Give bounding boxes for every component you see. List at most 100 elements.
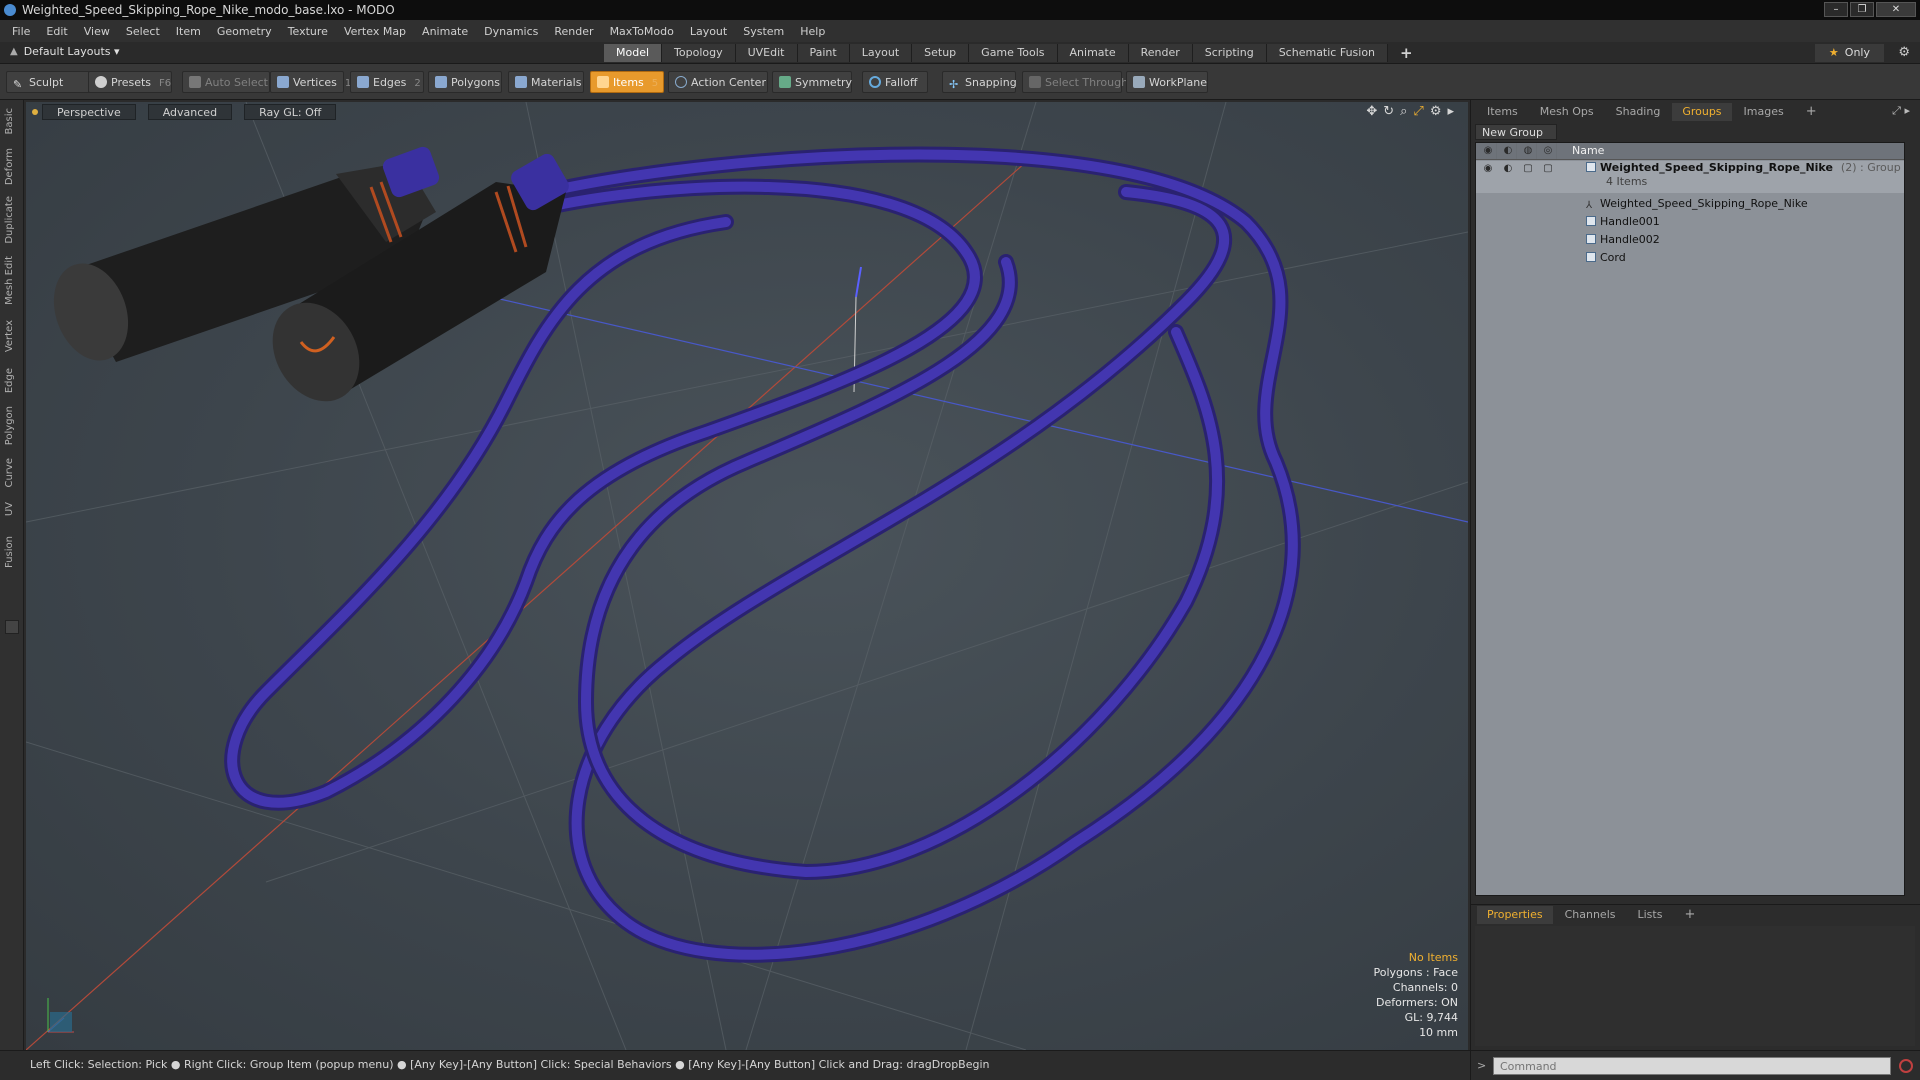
- panel-expand-icon[interactable]: ⤢ ▸: [1892, 104, 1910, 118]
- tab-render[interactable]: Render: [1128, 44, 1193, 62]
- presets-button[interactable]: Presets F6: [88, 71, 172, 93]
- only-button[interactable]: ★ Only: [1814, 44, 1884, 62]
- tab-curve[interactable]: Curve: [4, 458, 15, 488]
- fit-view-icon[interactable]: ⤢: [1413, 104, 1423, 119]
- viewport-expand-arrow-icon[interactable]: ▸: [1447, 104, 1454, 119]
- maximize-button[interactable]: ❐: [1850, 2, 1874, 17]
- select-icon[interactable]: ◎: [1542, 145, 1554, 157]
- vertices-button[interactable]: Vertices 1: [270, 71, 351, 93]
- tab-fusion[interactable]: Fusion: [4, 536, 15, 568]
- tab-schematic-fusion[interactable]: Schematic Fusion: [1266, 44, 1389, 62]
- lock-icon[interactable]: ◍: [1522, 145, 1534, 157]
- list-item[interactable]: ⅄ Weighted_Speed_Skipping_Rope_Nike: [1476, 195, 1904, 213]
- falloff-button[interactable]: Falloff: [862, 71, 928, 93]
- items-button[interactable]: Items 5: [590, 71, 664, 93]
- menu-dynamics[interactable]: Dynamics: [484, 25, 550, 38]
- menu-system[interactable]: System: [743, 25, 796, 38]
- tab-scripting[interactable]: Scripting: [1192, 44, 1267, 62]
- tab-mesh-ops[interactable]: Mesh Ops: [1530, 103, 1604, 121]
- new-group-button[interactable]: New Group: [1475, 124, 1557, 140]
- group-lock-icon[interactable]: ▢: [1522, 163, 1534, 175]
- tab-deform[interactable]: Deform: [4, 148, 15, 185]
- polygons-button[interactable]: Polygons: [428, 71, 502, 93]
- auto-select-button[interactable]: Auto Select: [182, 71, 270, 93]
- group-visibility-eye-icon[interactable]: ◉: [1482, 163, 1494, 175]
- command-input[interactable]: [1493, 1057, 1891, 1075]
- move-view-icon[interactable]: ✥: [1366, 104, 1377, 119]
- perspective-dropdown[interactable]: Perspective: [42, 104, 136, 120]
- edges-button[interactable]: Edges 2: [350, 71, 424, 93]
- add-props-tab-button[interactable]: +: [1674, 906, 1705, 924]
- tab-lists[interactable]: Lists: [1628, 906, 1673, 924]
- stop-icon[interactable]: [1899, 1059, 1913, 1073]
- tab-game-tools[interactable]: Game Tools: [969, 44, 1058, 62]
- collapse-arrow-icon[interactable]: ▲: [10, 46, 18, 57]
- group-select-icon[interactable]: ▢: [1542, 163, 1554, 175]
- gear-icon[interactable]: ⚙: [1898, 45, 1910, 60]
- menu-render[interactable]: Render: [554, 25, 605, 38]
- tab-paint[interactable]: Paint: [797, 44, 850, 62]
- tab-items[interactable]: Items: [1477, 103, 1528, 121]
- viewport-nav-icons: ✥ ↻ ⌕ ⤢ ⚙ ▸: [1366, 104, 1454, 119]
- menu-maxtomodo[interactable]: MaxToModo: [610, 25, 686, 38]
- tab-uv[interactable]: UV: [4, 502, 15, 516]
- panel-toggle-button[interactable]: [5, 620, 19, 634]
- workplane-button[interactable]: WorkPlane: [1126, 71, 1208, 93]
- menu-file[interactable]: File: [12, 25, 42, 38]
- tab-vertex[interactable]: Vertex: [4, 320, 15, 352]
- tab-layout[interactable]: Layout: [849, 44, 913, 62]
- visibility-eye-icon[interactable]: ◉: [1482, 145, 1494, 157]
- layout-selector[interactable]: ▲ Default Layouts ▾: [10, 45, 120, 58]
- list-item[interactable]: Handle002: [1476, 231, 1904, 249]
- menu-edit[interactable]: Edit: [46, 25, 79, 38]
- action-center-button[interactable]: Action Center: [668, 71, 768, 93]
- tab-uvedit[interactable]: UVEdit: [735, 44, 798, 62]
- groups-list[interactable]: ◉ ◐ ◍ ◎ Name ◉ ◐ ▢ ▢ Weighted_Speed_Skip…: [1475, 142, 1905, 896]
- menu-view[interactable]: View: [84, 25, 122, 38]
- select-through-button[interactable]: Select Through: [1022, 71, 1128, 93]
- raygl-toggle[interactable]: Ray GL: Off: [244, 104, 337, 120]
- list-item[interactable]: Cord: [1476, 249, 1904, 267]
- tab-shading[interactable]: Shading: [1606, 103, 1671, 121]
- snapping-button[interactable]: ✢ Snapping: [942, 71, 1017, 93]
- symmetry-button[interactable]: Symmetry: [772, 71, 852, 93]
- menu-geometry[interactable]: Geometry: [217, 25, 284, 38]
- menu-help[interactable]: Help: [800, 25, 837, 38]
- menu-item[interactable]: Item: [176, 25, 213, 38]
- tab-edge[interactable]: Edge: [4, 368, 15, 393]
- menu-layout[interactable]: Layout: [690, 25, 739, 38]
- tab-groups[interactable]: Groups: [1672, 103, 1732, 121]
- menu-texture[interactable]: Texture: [288, 25, 340, 38]
- materials-button[interactable]: Materials: [508, 71, 584, 93]
- tab-images[interactable]: Images: [1734, 103, 1794, 121]
- view-settings-gear-icon[interactable]: ⚙: [1430, 104, 1442, 119]
- sculpt-button[interactable]: ✎ Sculpt: [6, 71, 94, 93]
- close-button[interactable]: ✕: [1876, 2, 1916, 17]
- tab-animate[interactable]: Animate: [1057, 44, 1129, 62]
- minimize-button[interactable]: –: [1824, 2, 1848, 17]
- menu-vertex-map[interactable]: Vertex Map: [344, 25, 418, 38]
- menu-select[interactable]: Select: [126, 25, 172, 38]
- tab-model[interactable]: Model: [604, 44, 663, 62]
- tab-channels[interactable]: Channels: [1555, 906, 1626, 924]
- tab-properties[interactable]: Properties: [1477, 905, 1553, 924]
- add-tab-button[interactable]: +: [1388, 44, 1425, 62]
- zoom-icon[interactable]: ⌕: [1400, 104, 1407, 119]
- list-item[interactable]: Handle001: [1476, 213, 1904, 231]
- tab-basic[interactable]: Basic: [4, 108, 15, 134]
- 3d-viewport[interactable]: Perspective Advanced Ray GL: Off ✥ ↻ ⌕ ⤢…: [26, 102, 1468, 1050]
- tab-polygon[interactable]: Polygon: [4, 406, 15, 445]
- items-icon: [597, 76, 609, 88]
- advanced-dropdown[interactable]: Advanced: [147, 104, 233, 120]
- add-panel-tab-button[interactable]: +: [1796, 103, 1827, 121]
- tab-duplicate[interactable]: Duplicate: [4, 196, 15, 244]
- tab-setup[interactable]: Setup: [912, 44, 970, 62]
- group-row[interactable]: ◉ ◐ ▢ ▢ Weighted_Speed_Skipping_Rope_Nik…: [1476, 161, 1904, 193]
- menu-animate[interactable]: Animate: [422, 25, 480, 38]
- tab-topology[interactable]: Topology: [662, 44, 736, 62]
- tab-mesh-edit[interactable]: Mesh Edit: [4, 256, 15, 305]
- viewport-menu-dot-icon[interactable]: [32, 109, 38, 115]
- group-render-icon[interactable]: ◐: [1502, 163, 1514, 175]
- rotate-view-icon[interactable]: ↻: [1383, 104, 1394, 119]
- render-icon[interactable]: ◐: [1502, 145, 1514, 157]
